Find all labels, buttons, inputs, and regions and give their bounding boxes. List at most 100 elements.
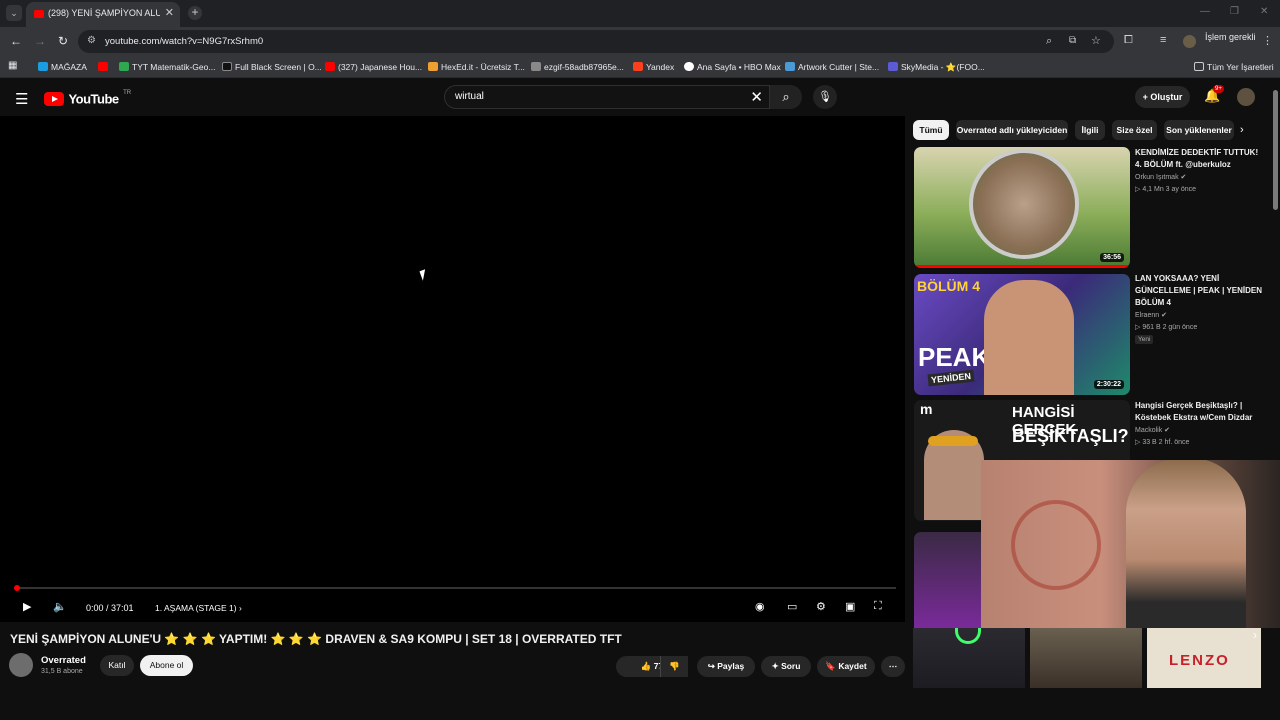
new-tab-button[interactable]: + [188,6,202,20]
video-thumbnail[interactable]: BÖLÜM 4 PEAK YENİDEN 2:30:22 [914,274,1130,395]
install-app-icon[interactable]: ⧉ [1069,35,1076,46]
shelf-next-icon[interactable]: › [1253,628,1257,642]
save-label: Kaydet [838,661,867,671]
chip-related[interactable]: İlgili [1075,120,1105,140]
video-channel[interactable]: Orkun Işıtmak ✔ [1135,173,1186,181]
notifications-button[interactable]: 🔔 9+ [1204,85,1224,104]
person-portrait [1126,460,1246,628]
short-thumbnail[interactable]: LENZO [1147,628,1261,688]
thumbnail-text: BEŞİKTAŞLI? [1012,426,1129,446]
channel-name[interactable]: Overrated [41,655,86,666]
subscribe-button[interactable]: Abone ol [140,655,193,676]
youtube-logo[interactable]: YouTube TR [44,90,131,108]
bookmark-item[interactable]: (327) Japanese Hou... [325,62,422,72]
play-icon[interactable]: ▶ [23,600,31,613]
tab-search-button[interactable]: ⌄ [6,5,22,21]
microphone-icon: 🎙 [818,91,832,103]
site-info-icon[interactable]: ⚙ [87,35,96,46]
dislike-button[interactable]: 👎 [660,656,688,677]
bookmark-label: Full Black Screen | O... [235,62,322,72]
window-close-icon[interactable]: ✕ [1260,6,1268,17]
bookmark-star-icon[interactable]: ☆ [1091,34,1101,47]
settings-gear-icon[interactable]: ⚙ [816,600,826,613]
create-button[interactable]: + Oluştur [1135,86,1190,108]
bookmark-item[interactable]: TYT Matematik-Geo... [119,62,215,72]
extensions-icon[interactable]: ⧠ [1124,34,1133,47]
theater-mode-icon[interactable]: ▣ [845,600,855,613]
video-title-link[interactable]: KENDİMİZE DEDEKTİF TUTTUK! 4. BÖLÜM ft. … [1135,147,1265,171]
smiley-graffiti-icon [1011,500,1101,590]
magnifier-illustration [969,149,1079,259]
back-icon[interactable]: ← [10,34,22,48]
bookmark-item[interactable]: Full Black Screen | O... [222,62,322,72]
zoom-icon[interactable]: ⌕ [1046,35,1052,48]
close-tab-icon[interactable]: ✕ [165,6,174,19]
mouse-cursor-icon [419,269,429,281]
all-bookmarks-label: Tüm Yer İşaretleri [1207,62,1274,72]
browser-tab-bar: ⌄ (298) YENİ ŞAMPİYON ALUNE'U ✕ + — ❐ ✕ [0,0,1280,27]
minimize-icon[interactable]: — [1200,6,1210,17]
share-button[interactable]: ↪ Paylaş [697,656,755,677]
video-player[interactable]: ▶ 🔈 0:00 / 37:01 1. AŞAMA (STAGE 1) › ◉ … [0,116,905,622]
video-channel[interactable]: Mackolik ✔ [1135,426,1170,434]
browser-tab-active[interactable]: (298) YENİ ŞAMPİYON ALUNE'U ✕ [26,2,180,27]
search-button[interactable]: ⌕ [770,85,802,109]
ask-button[interactable]: ✦ Soru [761,656,811,677]
channel-avatar[interactable] [9,653,33,677]
search-input[interactable]: wirtual ✕ [444,85,770,109]
autoplay-toggle-icon[interactable]: ◉ [755,600,765,613]
profile-avatar[interactable] [1183,35,1196,48]
more-actions-icon[interactable]: ⋯ [881,656,905,677]
bookmark-item[interactable]: MAĞAZA [38,62,87,72]
forward-icon[interactable]: → [34,34,46,48]
bookmark-label: Ana Sayfa • HBO Max [697,62,781,72]
short-thumbnail[interactable] [913,628,1025,688]
chevron-right-icon[interactable]: › [1240,124,1244,136]
save-button[interactable]: 🔖 Kaydet [817,656,875,677]
bookmark-item[interactable]: HexEd.it - Ücretsiz T... [428,62,525,72]
video-title-link[interactable]: LAN YOKSAAA? YENİ GÜNCELLEME | PEAK | YE… [1135,273,1265,309]
video-title-link[interactable]: Hangisi Gerçek Beşiktaşlı? | Köstebek Ek… [1135,400,1265,424]
miniplayer-overlay[interactable] [981,460,1280,628]
chapter-button[interactable]: 1. AŞAMA (STAGE 1) › [155,603,242,613]
page-scrollbar[interactable] [1272,90,1280,210]
apps-grid-icon[interactable]: ▦ [8,60,17,71]
all-bookmarks-folder[interactable]: Tüm Yer İşaretleri [1194,62,1274,72]
subtitles-icon[interactable]: ▭ [787,600,797,613]
address-bar[interactable]: ⚙ youtube.com/watch?v=N9G7rxSrhm0 ⌕ ⧉ ☆ [78,30,1114,53]
progress-scrubber[interactable] [14,585,20,591]
chip-all[interactable]: Tümü [913,120,949,140]
fullscreen-icon[interactable]: ⛶ [874,600,882,613]
short-thumbnail[interactable] [1030,628,1142,688]
voice-search-button[interactable]: 🎙 [813,85,837,109]
progress-bar[interactable] [14,585,896,591]
bookmark-item[interactable]: SkyMedia - ⭐(FOO... [888,62,985,73]
thumbs-up-icon: 👍 [640,661,652,671]
bookmark-label: ezgif-58adb87965e... [544,62,624,72]
bookmark-item[interactable]: Yandex [633,62,674,72]
action-required-button[interactable]: İşlem gerekli [1205,32,1256,42]
reload-icon[interactable]: ↻ [58,34,68,48]
bookmark-item[interactable]: Artwork Cutter | Ste... [785,62,879,72]
hamburger-menu-icon[interactable]: ☰ [15,90,28,108]
chip-from-uploader[interactable]: Overrated adlı yükleyiciden [956,120,1068,140]
folder-icon [1194,62,1204,71]
person-thumbnail [984,280,1074,395]
thumbnail-text: PEAK [918,342,991,372]
bookmark-item[interactable] [98,62,111,72]
video-channel[interactable]: Elraenn ✔ [1135,311,1167,319]
bookmark-item[interactable]: Ana Sayfa • HBO Max [684,62,781,72]
video-thumbnail[interactable] [914,532,981,628]
scrollbar-thumb[interactable] [1273,90,1278,210]
video-thumbnail[interactable]: 36:56 [914,147,1130,268]
chip-recent[interactable]: Son yüklenenler [1164,120,1234,140]
clear-search-icon[interactable]: ✕ [750,88,763,106]
chip-for-you[interactable]: Size özel [1112,120,1157,140]
volume-icon[interactable]: 🔈 [53,600,67,613]
maximize-icon[interactable]: ❐ [1230,6,1239,17]
join-button[interactable]: Katıl [100,655,134,676]
media-control-icon[interactable]: ≡ [1160,34,1166,46]
bookmark-item[interactable]: ezgif-58adb87965e... [531,62,624,72]
more-menu-icon[interactable]: ⋮ [1262,34,1273,47]
account-avatar[interactable] [1237,88,1255,106]
